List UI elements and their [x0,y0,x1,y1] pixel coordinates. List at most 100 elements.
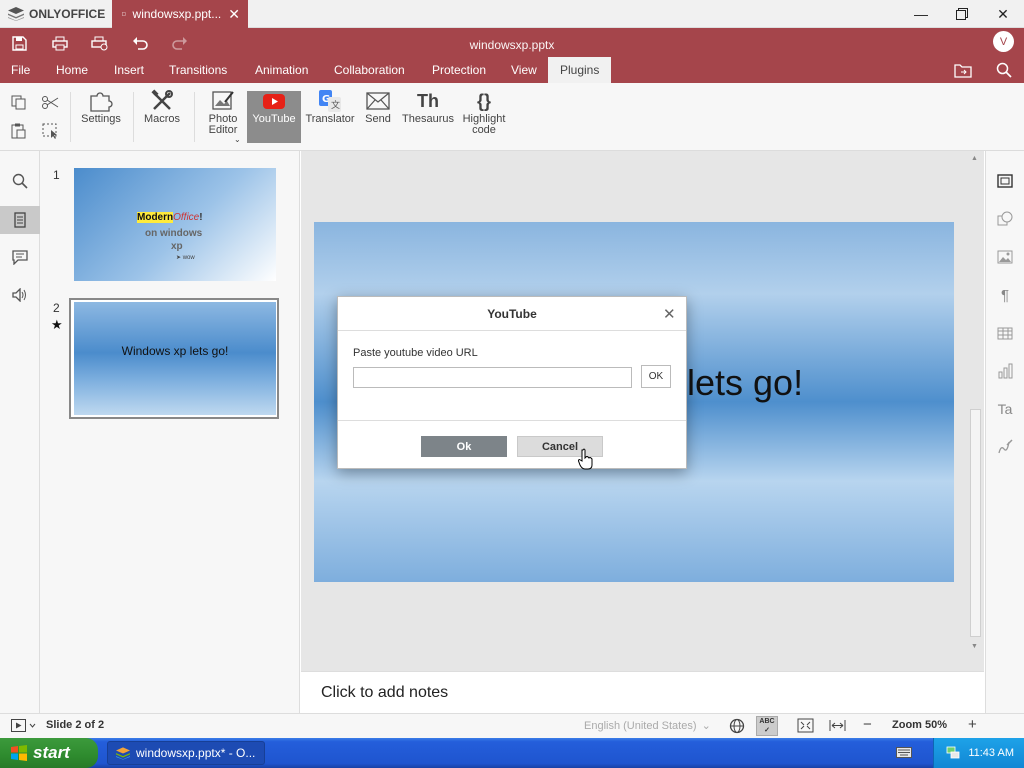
url-label: Paste youtube video URL [353,347,478,359]
scroll-down-icon[interactable]: ▼ [971,643,978,650]
slide-settings-icon[interactable] [992,168,1018,194]
network-icon[interactable] [946,746,960,760]
set-language-globe-icon[interactable] [729,718,745,737]
restore-icon [956,8,968,20]
thumb1-line2: on windows [145,228,203,239]
tools-icon [150,88,174,114]
document-tab-title: windowsxp.ppt... [132,7,222,21]
image-settings-icon[interactable] [992,244,1018,270]
hand-cursor-icon [577,448,594,473]
ok-button[interactable]: Ok [421,436,507,457]
table-settings-icon[interactable] [992,320,1018,346]
dialog-header: YouTube [338,297,686,331]
taskbar-window-title: windowsxp.pptx* - O... [136,746,256,760]
minimize-button[interactable]: — [900,0,942,28]
language-select[interactable]: English (United States) ⌄ [584,719,711,732]
transition-star-icon: ★ [51,317,63,332]
onlyoffice-logo-icon [8,7,24,21]
slides-panel-icon[interactable] [8,208,32,232]
menu-file[interactable]: File [11,62,30,83]
slide-thumbnail-2[interactable]: Windows xp lets go! [74,302,276,415]
thumb1-bullet-text: wow [182,255,195,261]
translator-label: Translator [305,113,355,125]
chevron-down-icon: ⌄ [701,720,711,732]
text-art-settings-icon[interactable]: Ta [992,396,1018,422]
taskbar-window-button[interactable]: windowsxp.pptx* - O... [107,741,265,765]
paragraph-settings-icon[interactable]: ¶ [992,282,1018,308]
menu-animation[interactable]: Animation [255,62,308,83]
notes-area[interactable]: Click to add notes [301,671,984,713]
translator-button[interactable]: G文 Translator [304,88,356,144]
signature-settings-icon[interactable] [992,434,1018,460]
thesaurus-button[interactable]: Th Thesaurus [400,88,456,144]
settings-button[interactable]: Settings [79,88,123,144]
menu-view[interactable]: View [511,62,537,83]
spell-check-icon[interactable]: ABC ✓ [756,716,778,736]
photo-editor-label: Photo Editor [208,113,238,136]
zoom-out-icon[interactable]: − [863,716,872,733]
windows-logo-icon [11,745,27,761]
language-label: English (United States) [584,720,697,732]
notes-placeholder: Click to add notes [321,684,449,701]
thesaurus-label: Thesaurus [402,113,454,125]
search-icon[interactable] [994,61,1014,79]
open-file-location-icon[interactable] [953,61,973,79]
menu-protection[interactable]: Protection [432,62,486,83]
inline-ok-button[interactable]: OK [641,365,671,388]
dialog-close-icon[interactable]: ✕ [663,305,676,323]
close-window-button[interactable]: ✕ [982,0,1024,28]
youtube-icon [262,88,286,114]
menu-home[interactable]: Home [56,62,88,83]
menu-collaboration[interactable]: Collaboration [334,62,405,83]
slide-thumbnail-1[interactable]: ModernOffice! on windows xp ➤ wow [74,168,276,281]
fit-width-icon[interactable] [829,719,846,735]
highlight-code-button[interactable]: {} Highlight code [461,88,507,144]
menu-insert[interactable]: Insert [114,62,144,83]
find-icon[interactable] [8,169,32,193]
slide-text[interactable]: lets go! [687,362,803,404]
youtube-button[interactable]: YouTube [247,88,301,144]
menu-transitions[interactable]: Transitions [169,62,227,83]
thumb1-bullet: ➤ wow [176,255,195,261]
onlyoffice-logo-icon [116,746,130,760]
thumb1-office: Office [173,212,200,223]
start-button[interactable]: start [0,738,98,768]
right-rail [985,151,1024,713]
close-tab-icon[interactable]: ✕ [228,6,240,23]
thesaurus-icon: Th [417,90,439,111]
youtube-url-input[interactable] [353,367,632,388]
zoom-in-icon[interactable]: + [968,716,977,733]
shape-settings-icon[interactable] [992,206,1018,232]
speaker-icon[interactable] [8,283,32,307]
restore-button[interactable] [941,0,983,28]
left-rail [0,151,40,713]
document-icon [122,12,126,16]
cut-icon[interactable] [42,95,59,113]
chart-settings-icon[interactable] [992,358,1018,384]
slideshow-play-icon[interactable] [11,719,37,735]
settings-label: Settings [81,113,121,125]
send-button[interactable]: Send [362,88,394,144]
scrollbar-thumb[interactable] [970,409,981,637]
keyboard-icon[interactable] [896,747,912,761]
photo-editor-button[interactable]: Photo Editor ⌄ [201,88,245,144]
google-translate-icon: G文 [318,88,342,114]
scroll-up-icon[interactable]: ▲ [971,155,978,162]
macros-label: Macros [143,113,181,125]
document-tab[interactable]: windowsxp.ppt... ✕ [112,0,248,28]
slide-counter: Slide 2 of 2 [46,719,105,731]
system-tray: 11:43 AM [933,738,1024,768]
start-label: start [33,743,70,762]
user-avatar[interactable]: V [993,31,1014,52]
macros-button[interactable]: Macros [141,88,183,144]
thumb1-exclaim: ! [199,212,203,223]
toolbar-separator [70,92,71,142]
fit-slide-icon[interactable] [797,718,814,736]
paste-icon[interactable] [11,123,27,142]
menu-plugins[interactable]: Plugins [548,57,612,83]
select-all-icon[interactable] [42,123,59,142]
thumb1-title: ModernOffice! [137,212,203,223]
comments-icon[interactable] [8,245,32,269]
copy-icon[interactable] [11,95,27,113]
vertical-scrollbar[interactable]: ▲ ▼ [968,151,984,656]
